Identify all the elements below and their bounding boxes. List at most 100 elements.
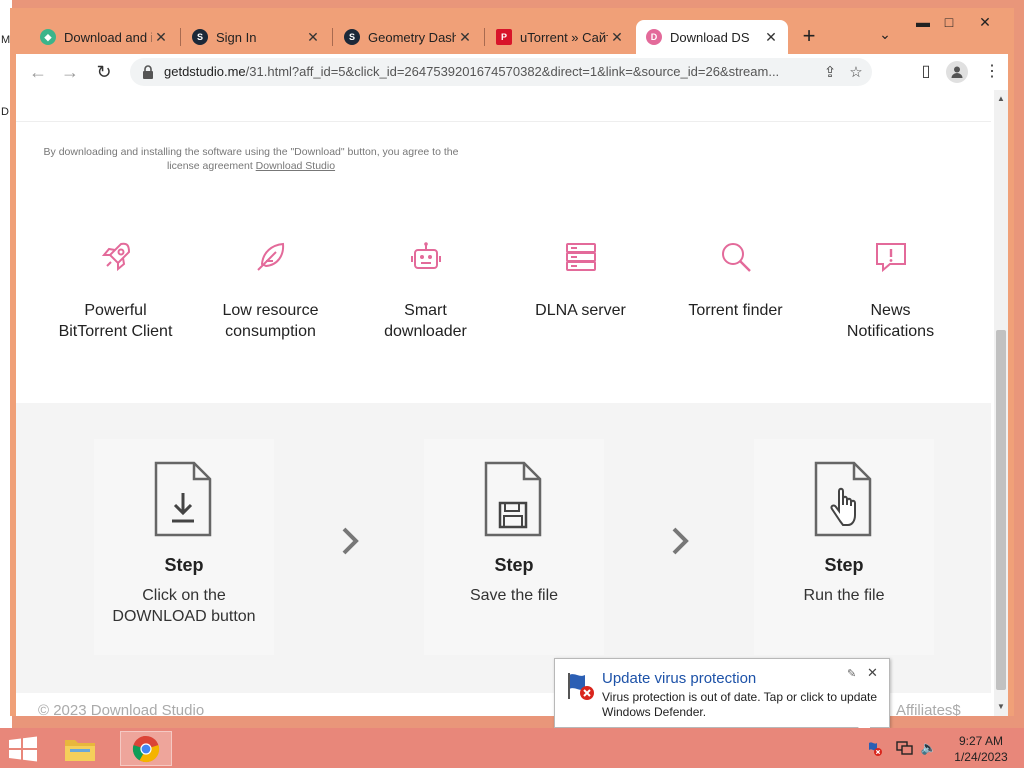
- feature-label: Low resource: [222, 302, 319, 319]
- steam-icon: S: [344, 29, 360, 45]
- close-icon[interactable]: ✕: [762, 29, 780, 46]
- feature-label: Smart: [404, 302, 447, 319]
- feature-smart-downloader: Smart downloader: [348, 240, 503, 342]
- bookmark-star-icon[interactable]: ☆: [846, 63, 866, 81]
- scrollbar-thumb[interactable]: [996, 330, 1006, 690]
- step-card-run: Step Run the file: [754, 439, 934, 655]
- footer-affiliates-link[interactable]: Affiliates$: [896, 702, 961, 716]
- browser-window: ◆ Download and in ✕ S Sign In ✕ S Geomet…: [10, 8, 1014, 716]
- defender-flag-icon: [568, 673, 594, 700]
- close-icon[interactable]: ✕: [456, 29, 474, 46]
- step-desc: Run the file: [803, 587, 885, 604]
- step-desc: Click on the: [142, 587, 226, 604]
- feature-label: News: [870, 302, 911, 319]
- step-title: Step: [824, 555, 864, 575]
- tab-strip: ◆ Download and in ✕ S Sign In ✕ S Geomet…: [10, 8, 1014, 54]
- scroll-up-arrow-icon[interactable]: ▲: [994, 94, 1008, 104]
- tab-search-chevron-icon[interactable]: ⌄: [874, 26, 896, 48]
- windows-start-icon[interactable]: [8, 736, 38, 762]
- network-icon[interactable]: [896, 740, 914, 758]
- feature-label: Notifications: [846, 323, 935, 340]
- reload-button[interactable]: ↻: [92, 60, 116, 84]
- new-tab-button[interactable]: +: [796, 24, 822, 50]
- tab-title: Download DS: [670, 29, 750, 45]
- feature-dlna-server: DLNA server: [503, 240, 658, 321]
- address-bar[interactable]: getdstudio.me/31.html?aff_id=5&click_id=…: [130, 58, 872, 86]
- taskbar-file-explorer[interactable]: [58, 731, 102, 766]
- feather-icon: [256, 242, 284, 271]
- forward-button[interactable]: →: [58, 60, 82, 84]
- tab-download-ds[interactable]: D Download DS ✕: [636, 20, 788, 54]
- tab-title: uTorrent » Сайт: [520, 29, 608, 45]
- lock-icon: [143, 65, 153, 79]
- file-click-icon: [814, 461, 872, 537]
- chevron-right-icon: [672, 527, 689, 555]
- pin-icon[interactable]: ✎: [847, 667, 856, 680]
- tab-geometry-dash[interactable]: S Geometry Dash ✕: [334, 20, 482, 54]
- side-panel-icon[interactable]: ▯: [914, 60, 938, 84]
- step-title: Step: [164, 555, 204, 575]
- feature-label: BitTorrent Client: [58, 323, 173, 340]
- clock[interactable]: 9:27 AM 1/24/2023: [946, 733, 1016, 765]
- notification-title: Update virus protection: [602, 670, 757, 687]
- close-window-button[interactable]: ✕: [970, 12, 1000, 32]
- feature-label: consumption: [225, 323, 316, 340]
- browser-toolbar: ← → ↻ getdstudio.me/31.html?aff_id=5&cli…: [16, 54, 1008, 90]
- pm-icon: P: [496, 29, 512, 45]
- feature-label: Torrent finder: [688, 302, 783, 319]
- taskbar: 🔈 9:27 AM 1/24/2023: [0, 728, 1024, 768]
- close-icon[interactable]: ✕: [608, 29, 626, 46]
- file-explorer-icon: [65, 739, 95, 761]
- close-icon[interactable]: ✕: [152, 29, 170, 46]
- page-viewport: By downloading and installing the softwa…: [16, 90, 1008, 716]
- feature-news-notifications: News Notifications: [813, 240, 968, 342]
- leaf-gem-icon: ◆: [40, 29, 56, 45]
- person-icon: [951, 66, 963, 78]
- back-button[interactable]: ←: [26, 60, 50, 84]
- features-row: Powerful BitTorrent Client Low resource co…: [38, 240, 978, 360]
- volume-icon[interactable]: 🔈: [920, 740, 938, 758]
- feature-bittorrent-client: Powerful BitTorrent Client: [38, 240, 193, 342]
- desktop-icon-glyph: D: [1, 106, 9, 118]
- feature-torrent-finder: Torrent finder: [658, 240, 813, 321]
- close-icon[interactable]: ✕: [867, 665, 878, 681]
- server-icon: [565, 243, 596, 271]
- tab-utorrent[interactable]: P uTorrent » Сайт ✕: [486, 20, 634, 54]
- file-save-icon: [484, 461, 542, 537]
- tab-download-and-install[interactable]: ◆ Download and in ✕: [30, 20, 178, 54]
- notification-balloon[interactable]: Update virus protection Virus protection…: [554, 658, 890, 728]
- download-studio-icon: D: [646, 29, 662, 45]
- step-card-save: Step Save the file: [424, 439, 604, 655]
- search-icon: [721, 243, 751, 272]
- chevron-right-icon: [342, 527, 359, 555]
- feature-label: Powerful: [84, 302, 147, 319]
- scroll-down-arrow-icon[interactable]: ▼: [994, 702, 1008, 712]
- feature-label: downloader: [384, 323, 467, 340]
- license-notice: By downloading and installing the softwa…: [36, 145, 466, 173]
- desktop-icon-glyph: M: [1, 34, 11, 46]
- step-desc: Save the file: [469, 587, 559, 604]
- page-header-area: [16, 90, 991, 122]
- file-download-icon: [154, 461, 212, 537]
- steam-icon: S: [192, 29, 208, 45]
- clock-time: 9:27 AM: [958, 734, 1004, 748]
- step-desc: DOWNLOAD button: [112, 608, 256, 625]
- share-icon[interactable]: ⇪: [820, 63, 840, 81]
- rocket-icon: [101, 242, 130, 272]
- maximize-button[interactable]: □: [934, 12, 964, 32]
- profile-avatar[interactable]: [946, 61, 968, 83]
- alert-message-icon: [875, 243, 906, 273]
- footer-copyright: © 2023 Download Studio: [38, 702, 205, 716]
- taskbar-chrome[interactable]: [120, 731, 172, 766]
- close-icon[interactable]: ✕: [304, 29, 322, 46]
- tab-sign-in[interactable]: S Sign In ✕: [182, 20, 330, 54]
- defender-tray-icon[interactable]: [866, 740, 884, 758]
- tab-title: Sign In: [216, 29, 257, 45]
- license-text: By downloading and installing the softwa…: [43, 146, 459, 172]
- more-menu-icon[interactable]: ⋮: [980, 60, 1004, 84]
- license-link[interactable]: Download Studio: [256, 160, 335, 172]
- url-text[interactable]: getdstudio.me/31.html?aff_id=5&click_id=…: [164, 64, 844, 79]
- vertical-scrollbar[interactable]: ▲ ▼: [994, 90, 1008, 716]
- tab-title: Download and in: [64, 29, 152, 45]
- feature-label: DLNA server: [535, 302, 626, 319]
